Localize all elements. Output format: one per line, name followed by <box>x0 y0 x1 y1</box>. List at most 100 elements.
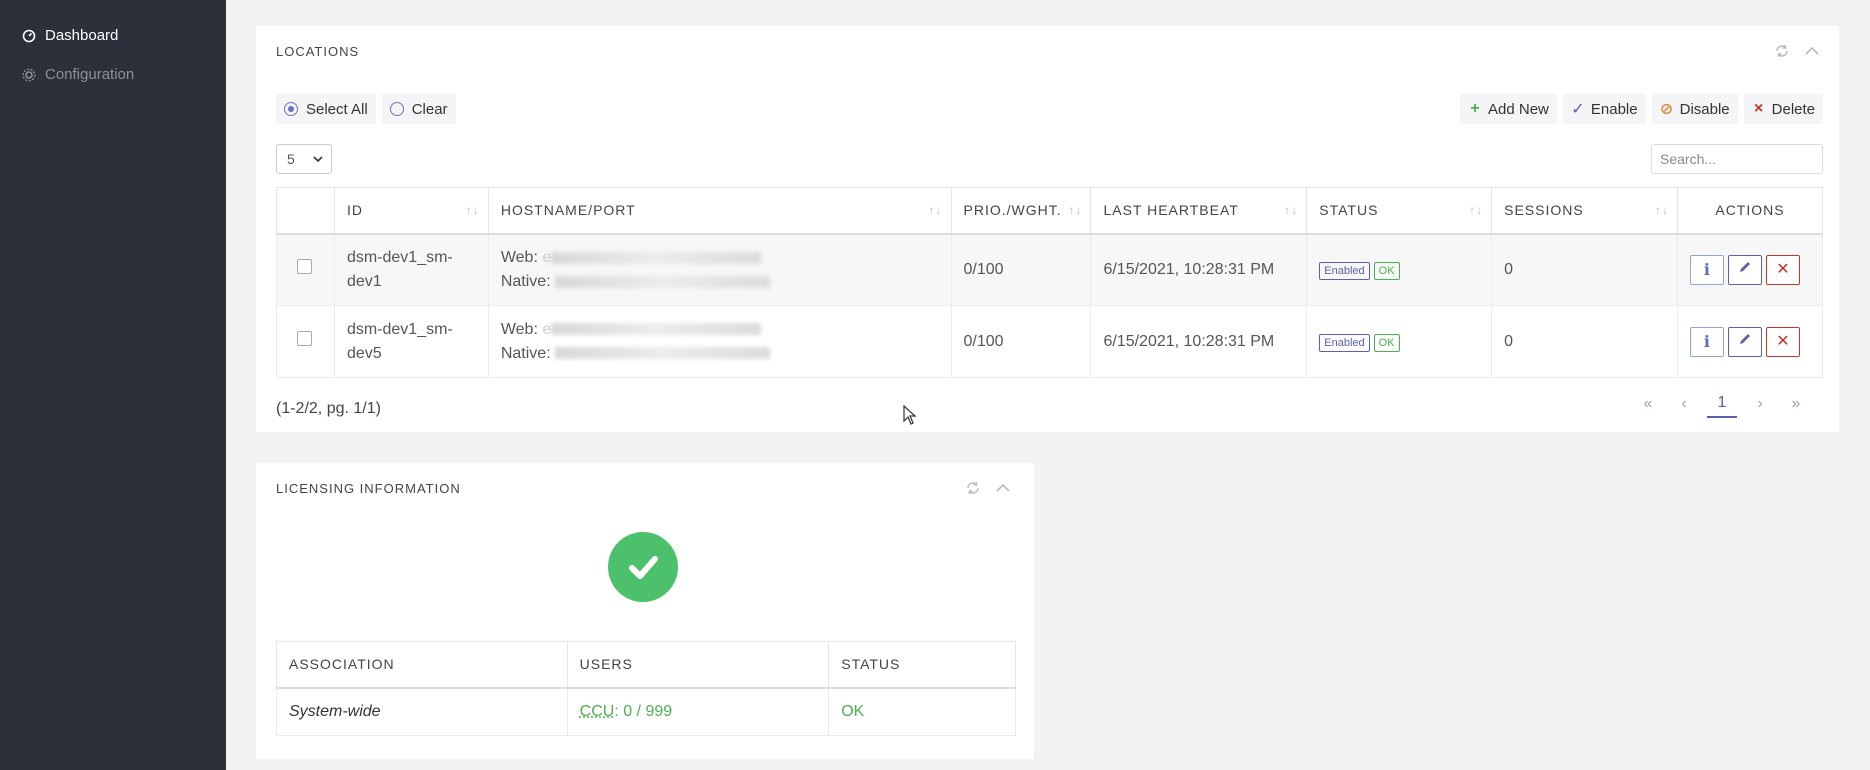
health-badge: OK <box>1373 333 1400 352</box>
column-header-status[interactable]: STATUS ↑↓ <box>1306 187 1493 235</box>
column-header-hostname[interactable]: HOSTNAME/PORT ↑↓ <box>487 187 952 235</box>
column-header-heartbeat[interactable]: LAST HEARTBEAT ↑↓ <box>1090 187 1308 235</box>
collapse-icon[interactable] <box>994 479 1012 497</box>
table-row: dsm-dev1_sm-dev5 Web: e Native: 0/100 6/… <box>276 305 1824 378</box>
delete-label: Delete <box>1771 100 1815 118</box>
licensing-table: ASSOCIATION USERS STATUS System-wide CCU… <box>276 641 1016 736</box>
status-badge: Enabled <box>1319 333 1370 352</box>
row-select-cell <box>276 233 335 306</box>
select-all-label: Select All <box>306 100 368 118</box>
page-size-value: 5 <box>287 151 295 167</box>
close-icon: ✕ <box>1776 332 1790 350</box>
panel-tools <box>964 479 1012 497</box>
sort-icon: ↑↓ <box>1469 203 1484 217</box>
delete-row-button[interactable]: ✕ <box>1765 326 1800 357</box>
info-button[interactable]: i <box>1689 254 1724 285</box>
disable-button[interactable]: ⊘ Disable <box>1651 94 1738 124</box>
table-row: dsm-dev1_sm-dev1 Web: e Native: 0/100 6/… <box>276 233 1824 306</box>
column-header-id[interactable]: ID ↑↓ <box>333 187 489 235</box>
chevron-down-icon <box>313 151 323 170</box>
status-cell: Enabled OK <box>1306 305 1493 378</box>
locations-panel: LOCATIONS Select All Clear + Add New ✓ E… <box>256 26 1839 432</box>
sort-icon: ↑↓ <box>465 203 480 217</box>
page-button-current[interactable]: 1 <box>1707 390 1737 418</box>
prev-page-icon[interactable]: ‹ <box>1671 390 1697 418</box>
gear-icon <box>22 67 36 82</box>
prio-cell: 0/100 <box>950 305 1092 378</box>
gauge-icon <box>22 29 36 43</box>
page-size-select[interactable]: 5 <box>276 144 332 174</box>
refresh-icon[interactable] <box>964 479 982 497</box>
panel-title: LICENSING INFORMATION <box>276 481 461 496</box>
column-header-users: USERS <box>566 641 830 689</box>
selection-controls: Select All Clear <box>276 94 456 124</box>
delete-row-button[interactable]: ✕ <box>1765 254 1800 285</box>
clear-button[interactable]: Clear <box>381 94 456 124</box>
id-cell: dsm-dev1_sm-dev5 <box>333 305 489 378</box>
sessions-cell: 0 <box>1491 305 1678 378</box>
refresh-icon[interactable] <box>1773 42 1791 60</box>
sort-icon: ↑↓ <box>1284 203 1299 217</box>
locations-table: ID ↑↓ HOSTNAME/PORT ↑↓ PRIO./WGHT. ↑↓ LAST … <box>276 187 1824 378</box>
enable-button[interactable]: ✓ Enable <box>1562 94 1646 124</box>
next-page-icon[interactable]: › <box>1747 390 1773 418</box>
column-header-prio[interactable]: PRIO./WGHT. ↑↓ <box>950 187 1092 235</box>
info-icon: i <box>1703 331 1710 351</box>
sidebar-item-configuration[interactable]: Configuration <box>0 55 226 94</box>
last-page-icon[interactable]: » <box>1783 390 1809 418</box>
radio-empty-icon <box>389 102 404 116</box>
health-badge: OK <box>1373 261 1400 280</box>
add-new-label: Add New <box>1488 100 1549 118</box>
edit-button[interactable] <box>1727 326 1762 357</box>
close-icon: ✕ <box>1776 260 1790 278</box>
first-page-icon[interactable]: « <box>1635 390 1661 418</box>
plus-icon: + <box>1470 100 1480 117</box>
info-icon: i <box>1703 259 1710 279</box>
sort-icon: ↑↓ <box>1068 203 1083 217</box>
sort-icon: ↑↓ <box>1654 203 1669 217</box>
add-new-button[interactable]: + Add New <box>1460 94 1557 124</box>
pagination: « ‹ 1 › » <box>1635 390 1809 418</box>
panel-tools <box>1773 42 1821 60</box>
actions-cell: i ✕ <box>1676 233 1824 306</box>
mouse-cursor-icon <box>903 404 917 430</box>
status-cell: Enabled OK <box>1306 233 1493 306</box>
row-checkbox[interactable] <box>297 258 312 274</box>
users-cell: CCU: 0 / 999 <box>566 687 830 736</box>
table-header-row: ASSOCIATION USERS STATUS <box>276 641 1016 689</box>
hostname-cell: Web: e Native: <box>487 233 952 306</box>
column-header-status: STATUS <box>828 641 1016 689</box>
row-checkbox[interactable] <box>297 330 312 346</box>
license-ok-icon <box>608 532 678 602</box>
heartbeat-cell: 6/15/2021, 10:28:31 PM <box>1090 233 1308 306</box>
search-input[interactable] <box>1651 144 1823 174</box>
radio-checked-icon <box>284 102 298 116</box>
redacted-value <box>551 323 762 336</box>
heartbeat-cell: 6/15/2021, 10:28:31 PM <box>1090 305 1308 378</box>
prio-cell: 0/100 <box>950 233 1092 306</box>
license-status-cell: OK <box>828 687 1016 736</box>
ccu-abbr[interactable]: CCU <box>580 703 615 720</box>
association-cell: System-wide <box>276 687 568 736</box>
hostname-cell: Web: e Native: <box>487 305 952 378</box>
close-icon: × <box>1753 100 1764 117</box>
collapse-icon[interactable] <box>1803 42 1821 60</box>
pencil-icon <box>1738 330 1752 354</box>
licensing-panel: LICENSING INFORMATION ASSOCIATION USERS … <box>256 463 1034 759</box>
sort-icon: ↑↓ <box>928 203 943 217</box>
delete-button[interactable]: × Delete <box>1743 94 1823 124</box>
column-header-sessions[interactable]: SESSIONS ↑↓ <box>1491 187 1678 235</box>
sidebar-item-label: Dashboard <box>45 27 119 44</box>
select-column-header <box>276 187 335 235</box>
redacted-value <box>551 251 762 264</box>
disable-label: Disable <box>1679 100 1730 118</box>
id-cell: dsm-dev1_sm-dev1 <box>333 233 489 306</box>
select-all-button[interactable]: Select All <box>276 94 376 124</box>
sidebar-item-dashboard[interactable]: Dashboard <box>0 16 226 55</box>
edit-button[interactable] <box>1727 254 1762 285</box>
status-badge: Enabled <box>1319 261 1370 280</box>
info-button[interactable]: i <box>1689 326 1724 357</box>
ban-icon: ⊘ <box>1659 101 1674 118</box>
check-icon: ✓ <box>1571 101 1585 118</box>
redacted-value <box>555 347 771 360</box>
